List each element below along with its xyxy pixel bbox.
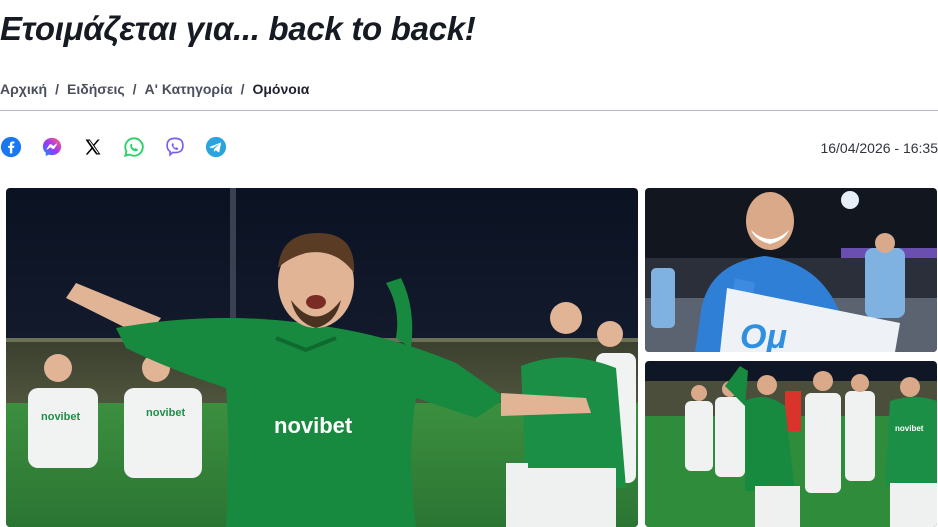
facebook-icon — [0, 136, 22, 158]
breadcrumb-separator: / — [55, 81, 59, 97]
facebook-share-button[interactable] — [0, 136, 22, 158]
messenger-icon — [42, 137, 62, 157]
whatsapp-share-button[interactable] — [123, 136, 145, 158]
breadcrumb-category[interactable]: Α' Κατηγορία — [145, 81, 233, 97]
viber-share-button[interactable] — [164, 136, 186, 158]
whatsapp-icon — [123, 137, 144, 158]
breadcrumb-separator: / — [132, 81, 137, 97]
main-jersey-sponsor: novibet — [274, 413, 353, 438]
breadcrumb-home[interactable]: Αρχική — [0, 81, 47, 97]
celebration-photo-main: novibet novibet novibet — [6, 188, 638, 527]
breadcrumb-current: Ομόνοια — [252, 81, 310, 97]
breadcrumb-separator: / — [240, 81, 245, 97]
telegram-share-button[interactable] — [205, 136, 227, 158]
x-icon — [85, 139, 101, 155]
publish-datetime: 16/04/2026 - 16:35 — [820, 140, 938, 156]
breadcrumb: Αρχική / Ειδήσεις / Α' Κατηγορία / Ομόνο… — [0, 81, 309, 97]
bg-jersey-sponsor: novibet — [146, 407, 185, 419]
celebration-photo-keeper: Ομ — [645, 188, 937, 352]
telegram-icon — [205, 136, 227, 158]
celebration-photo-team: novibet — [645, 361, 937, 527]
share-bar — [0, 136, 246, 158]
side-photo-top[interactable]: Ομ — [645, 188, 937, 352]
side-photo-bottom[interactable]: novibet — [645, 361, 937, 527]
bg-jersey-sponsor: novibet — [41, 411, 80, 423]
jersey-sponsor: novibet — [895, 424, 924, 433]
main-photo[interactable]: novibet novibet novibet — [6, 188, 638, 527]
divider — [0, 110, 938, 111]
viber-icon — [166, 137, 184, 157]
banner-text: Ομ — [740, 318, 787, 352]
article-title: Ετοιμάζεται για... back to back! — [0, 10, 476, 47]
messenger-share-button[interactable] — [41, 136, 63, 158]
x-share-button[interactable] — [82, 136, 104, 158]
breadcrumb-news[interactable]: Ειδήσεις — [67, 81, 125, 97]
